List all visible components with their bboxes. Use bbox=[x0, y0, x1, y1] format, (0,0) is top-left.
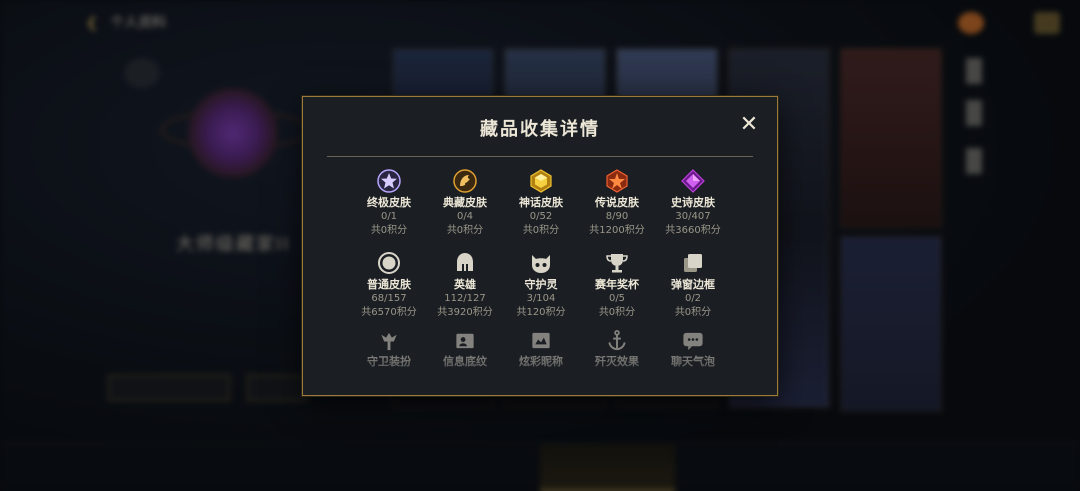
dialog-title: 藏品收集详情 bbox=[480, 119, 600, 140]
item-points: 共1200积分 bbox=[589, 225, 645, 236]
collection-item-prestige-skin[interactable]: 典藏皮肤 0/4 共0积分 bbox=[427, 169, 503, 245]
item-count: 68/157 bbox=[371, 293, 407, 304]
item-points: 共6570积分 bbox=[361, 307, 417, 318]
item-count: 0/2 bbox=[684, 293, 702, 304]
ward-skin-icon bbox=[532, 255, 550, 273]
item-name: 炫彩昵称 bbox=[519, 355, 563, 368]
item-points: 共0积分 bbox=[446, 225, 484, 236]
item-count: 0/5 bbox=[608, 293, 626, 304]
collection-details-dialog: 藏品收集详情 ✕ 终极皮肤 0/1 共0积分 典藏皮肤 0/4 共0积分 神话皮… bbox=[302, 96, 778, 396]
collection-item-common-skin[interactable]: 普通皮肤 68/157 共6570积分 bbox=[351, 251, 427, 327]
item-name: 神话皮肤 bbox=[519, 196, 563, 209]
nameplate-icon bbox=[532, 332, 550, 349]
ultimate-gem-icon bbox=[377, 169, 401, 193]
collection-item-profile-card[interactable]: 信息底纹 bbox=[427, 329, 503, 369]
item-name: 信息底纹 bbox=[443, 355, 487, 368]
item-name: 终极皮肤 bbox=[367, 196, 411, 209]
ward-totem-icon bbox=[381, 332, 397, 351]
item-count: 30/407 bbox=[675, 211, 711, 222]
item-name: 史诗皮肤 bbox=[671, 196, 715, 209]
collection-item-champions[interactable]: 英雄 112/127 共3920积分 bbox=[427, 251, 503, 327]
item-points: 共0积分 bbox=[370, 225, 408, 236]
collection-item-mythic-skin[interactable]: 神话皮肤 0/52 共0积分 bbox=[503, 169, 579, 245]
frame-icon bbox=[684, 254, 702, 272]
item-points: 共3920积分 bbox=[437, 307, 493, 318]
item-points: 共0积分 bbox=[598, 307, 636, 318]
collection-item-nameplate[interactable]: 炫彩昵称 bbox=[503, 329, 579, 369]
collection-item-ward-skin[interactable]: 守卫装扮 bbox=[351, 329, 427, 369]
collection-item-ultimate-skin[interactable]: 终极皮肤 0/1 共0积分 bbox=[351, 169, 427, 245]
helmet-icon bbox=[457, 253, 473, 271]
collection-grid-row-faded: 守卫装扮 信息底纹 炫彩昵称 歼灭效果 聊天气泡 bbox=[351, 329, 731, 369]
legendary-gem-icon bbox=[606, 169, 628, 193]
item-points: 共3660积分 bbox=[665, 225, 721, 236]
collection-item-popup-frame[interactable]: 弹窗边框 0/2 共0积分 bbox=[655, 251, 731, 327]
item-name: 传说皮肤 bbox=[595, 196, 639, 209]
common-circle-icon bbox=[378, 252, 400, 274]
item-count: 0/4 bbox=[456, 211, 474, 222]
collection-item-chat-bubble[interactable]: 聊天气泡 bbox=[655, 329, 731, 369]
item-count: 0/52 bbox=[529, 211, 553, 222]
epic-gem-icon bbox=[681, 169, 705, 193]
collection-item-guardian[interactable]: 守护灵 3/104 共120积分 bbox=[503, 251, 579, 327]
profile-card-icon bbox=[456, 333, 474, 349]
anchor-icon bbox=[608, 330, 626, 351]
collection-item-legendary-skin[interactable]: 传说皮肤 8/90 共1200积分 bbox=[579, 169, 655, 245]
collection-grid: 终极皮肤 0/1 共0积分 典藏皮肤 0/4 共0积分 神话皮肤 0/52 共0… bbox=[351, 169, 731, 327]
mythic-gem-icon bbox=[530, 169, 552, 193]
item-points: 共0积分 bbox=[674, 307, 712, 318]
item-count: 8/90 bbox=[605, 211, 629, 222]
item-name: 守护灵 bbox=[524, 278, 558, 291]
item-name: 普通皮肤 bbox=[367, 278, 411, 291]
item-name: 歼灭效果 bbox=[595, 355, 639, 368]
divider bbox=[327, 156, 753, 157]
item-count: 3/104 bbox=[526, 293, 556, 304]
trophy-icon bbox=[606, 254, 628, 273]
item-count: 112/127 bbox=[444, 293, 486, 304]
item-name: 聊天气泡 bbox=[671, 355, 715, 368]
dragon-medal-icon bbox=[453, 169, 477, 193]
chat-bubble-icon bbox=[683, 332, 703, 351]
close-icon[interactable]: ✕ bbox=[739, 114, 759, 136]
item-name: 赛年奖杯 bbox=[595, 278, 639, 291]
collection-item-epic-skin[interactable]: 史诗皮肤 30/407 共3660积分 bbox=[655, 169, 731, 245]
item-name: 英雄 bbox=[454, 278, 476, 291]
item-name: 守卫装扮 bbox=[367, 355, 411, 368]
item-points: 共0积分 bbox=[522, 225, 560, 236]
item-name: 典藏皮肤 bbox=[443, 196, 487, 209]
item-points: 共120积分 bbox=[516, 307, 566, 318]
collection-item-kill-effect[interactable]: 歼灭效果 bbox=[579, 329, 655, 369]
item-count: 0/1 bbox=[380, 211, 398, 222]
collection-item-season-trophy[interactable]: 赛年奖杯 0/5 共0积分 bbox=[579, 251, 655, 327]
item-name: 弹窗边框 bbox=[671, 278, 715, 291]
